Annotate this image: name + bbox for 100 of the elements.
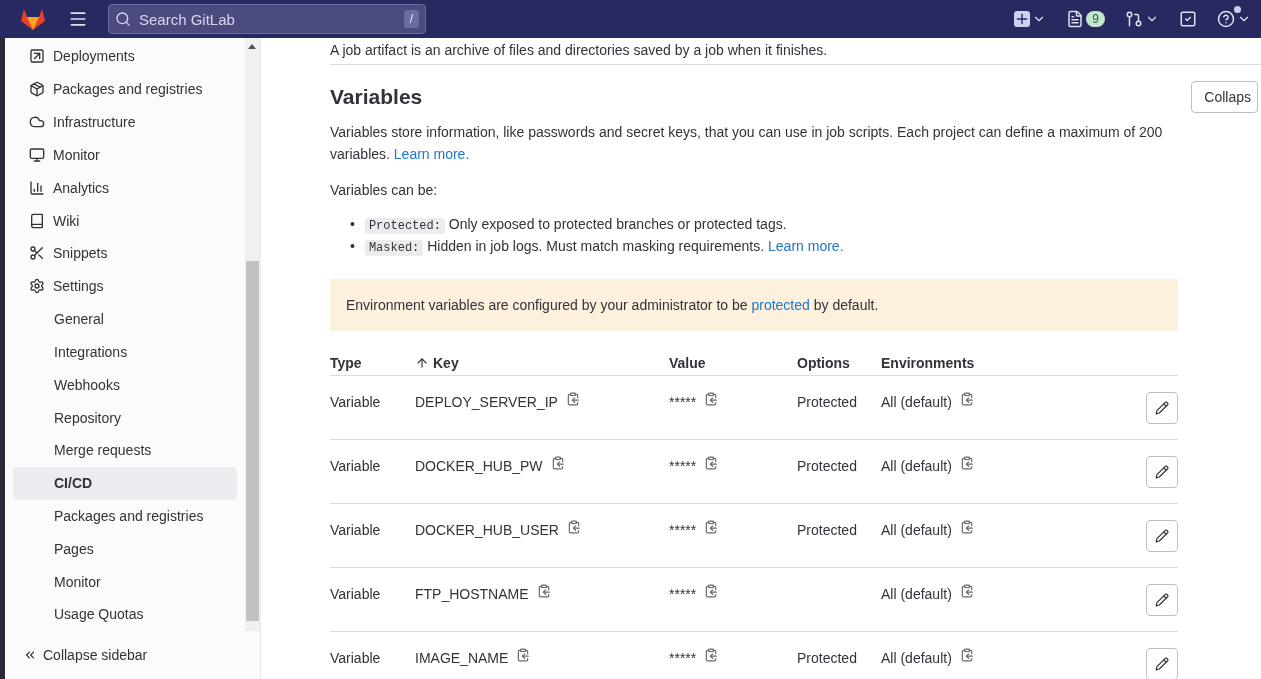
table-cell-text: All (default) — [881, 457, 952, 476]
table-cell-text: Protected — [797, 393, 857, 412]
count-badge: 9 — [1086, 11, 1105, 27]
collapse-sidebar-link[interactable]: Collapse sidebar — [5, 631, 260, 679]
table-cell-text: All (default) — [881, 521, 952, 540]
table-cell-text: ***** — [669, 393, 697, 412]
sidebar-item[interactable]: Integrations — [13, 335, 237, 369]
sidebar-item[interactable]: Pages — [13, 532, 237, 566]
sidebar-item[interactable]: Settings — [13, 269, 237, 303]
sidebar-item[interactable]: Monitor — [13, 565, 237, 599]
copy-icon[interactable] — [704, 648, 719, 662]
plus-icon — [1014, 11, 1031, 27]
table-cell-text: Protected — [797, 521, 857, 540]
pencil-icon — [1155, 529, 1169, 543]
status-dot — [1234, 6, 1241, 13]
table-cell-text: ***** — [669, 521, 697, 540]
sidebar-item[interactable]: General — [13, 302, 237, 336]
table-cell-text: ***** — [669, 649, 697, 668]
info-alert: Environment variables are configured by your administrator to be protected by default. — [330, 279, 1178, 331]
bullet-marker: • — [350, 237, 355, 256]
learn-more-link[interactable]: Learn more. — [768, 238, 844, 254]
table-cell-text: Variable — [330, 393, 381, 412]
table-cell-text: DOCKER_HUB_USER — [415, 521, 559, 540]
fox-logo-icon[interactable] — [20, 7, 46, 31]
bar-chart-icon — [29, 179, 45, 196]
sidebar-item[interactable]: Packages and registries — [13, 72, 237, 106]
sidebar-item[interactable]: Analytics — [13, 171, 237, 205]
copy-icon[interactable] — [516, 648, 531, 662]
edit-button[interactable] — [1146, 456, 1178, 488]
copy-icon[interactable] — [565, 392, 580, 406]
pencil-icon — [1155, 401, 1169, 415]
copy-icon[interactable] — [566, 520, 581, 534]
column-header[interactable]: Key — [415, 351, 669, 376]
table-cell-text: IMAGE_NAME — [415, 649, 509, 668]
sidebar-item[interactable]: Deployments — [13, 40, 237, 73]
double-chevron-left-icon — [23, 648, 37, 662]
copy-icon[interactable] — [959, 392, 974, 406]
table-cell-text: All (default) — [881, 393, 952, 412]
menu-icon — [68, 9, 88, 29]
copy-icon[interactable] — [704, 392, 719, 406]
sidebar-item[interactable]: Packages and registries — [13, 499, 237, 533]
copy-icon[interactable] — [704, 456, 719, 470]
sidebar-item[interactable]: Webhooks — [13, 368, 237, 402]
checkbox-icon — [1179, 10, 1197, 28]
sidebar-item[interactable]: Snippets — [13, 236, 237, 270]
table-cell-text: ***** — [669, 457, 697, 476]
intro-paragraph: Variables store information, like passwords and secret keys, that you can use in job scripts. Each project can define a maximum of 200 variables. Learn more. — [330, 123, 1164, 164]
section-description: A job artifact is an archive of files and directories saved by a job when it finishes. — [330, 40, 1261, 65]
copy-icon[interactable] — [704, 584, 719, 598]
bullet-marker: • — [350, 215, 355, 234]
merge-request-icon — [1125, 10, 1143, 28]
edit-button[interactable] — [1146, 648, 1178, 679]
copy-icon[interactable] — [536, 584, 551, 598]
sidebar-item[interactable]: Monitor — [13, 138, 237, 172]
sidebar-item[interactable]: Wiki — [13, 204, 237, 237]
edit-button[interactable] — [1146, 584, 1178, 616]
copy-icon[interactable] — [704, 520, 719, 534]
list-intro: Variables can be: — [330, 181, 439, 200]
code-label: Protected: — [364, 218, 445, 234]
collapse-button[interactable]: Collaps — [1191, 81, 1258, 113]
copy-icon[interactable] — [959, 520, 974, 534]
search-input[interactable]: Search GitLab — [137, 9, 398, 29]
table-cell-text: All (default) — [881, 649, 952, 668]
package-icon — [29, 81, 45, 98]
search-icon — [115, 11, 131, 27]
protected-link[interactable]: protected — [751, 297, 810, 313]
copy-icon[interactable] — [959, 648, 974, 662]
edit-button[interactable] — [1146, 392, 1178, 424]
sidebar-item[interactable]: Usage Quotas — [13, 598, 237, 631]
pencil-icon — [1155, 465, 1169, 479]
copy-icon[interactable] — [959, 584, 974, 598]
table-cell-text: DOCKER_HUB_PW — [415, 457, 543, 476]
pencil-icon — [1155, 657, 1169, 671]
help-icon — [1217, 10, 1235, 28]
shortcut-key: / — [403, 10, 419, 28]
table-cell-text: Protected — [797, 649, 857, 668]
sidebar-item[interactable]: Infrastructure — [13, 105, 237, 139]
edit-button[interactable] — [1146, 520, 1178, 552]
column-header: Type — [330, 351, 415, 376]
copy-icon[interactable] — [550, 456, 565, 470]
search-field[interactable]: Search GitLab / — [108, 4, 426, 34]
scrollbar[interactable] — [245, 38, 260, 631]
sidebar-item[interactable]: Repository — [13, 401, 237, 434]
sidebar-item[interactable]: Merge requests — [13, 433, 237, 467]
column-header: Environments — [881, 351, 1136, 376]
section-title: Variables — [330, 85, 423, 109]
copy-icon[interactable] — [959, 456, 974, 470]
monitor-icon — [29, 146, 45, 163]
table-cell-text: All (default) — [881, 585, 952, 604]
learn-more-link[interactable]: Learn more. — [393, 146, 470, 162]
sidebar-item[interactable]: CI/CD — [13, 466, 237, 500]
table-cell-text: Protected — [797, 457, 857, 476]
table-cell-text: Variable — [330, 649, 381, 668]
issues-button[interactable]: 9 — [1062, 6, 1109, 32]
column-header: Value — [669, 351, 797, 376]
table-cell-text: Variable — [330, 457, 381, 476]
table-cell-text: Variable — [330, 585, 381, 604]
table-cell-text: Variable — [330, 521, 381, 540]
book-icon — [29, 212, 45, 229]
document-icon — [1066, 10, 1085, 28]
